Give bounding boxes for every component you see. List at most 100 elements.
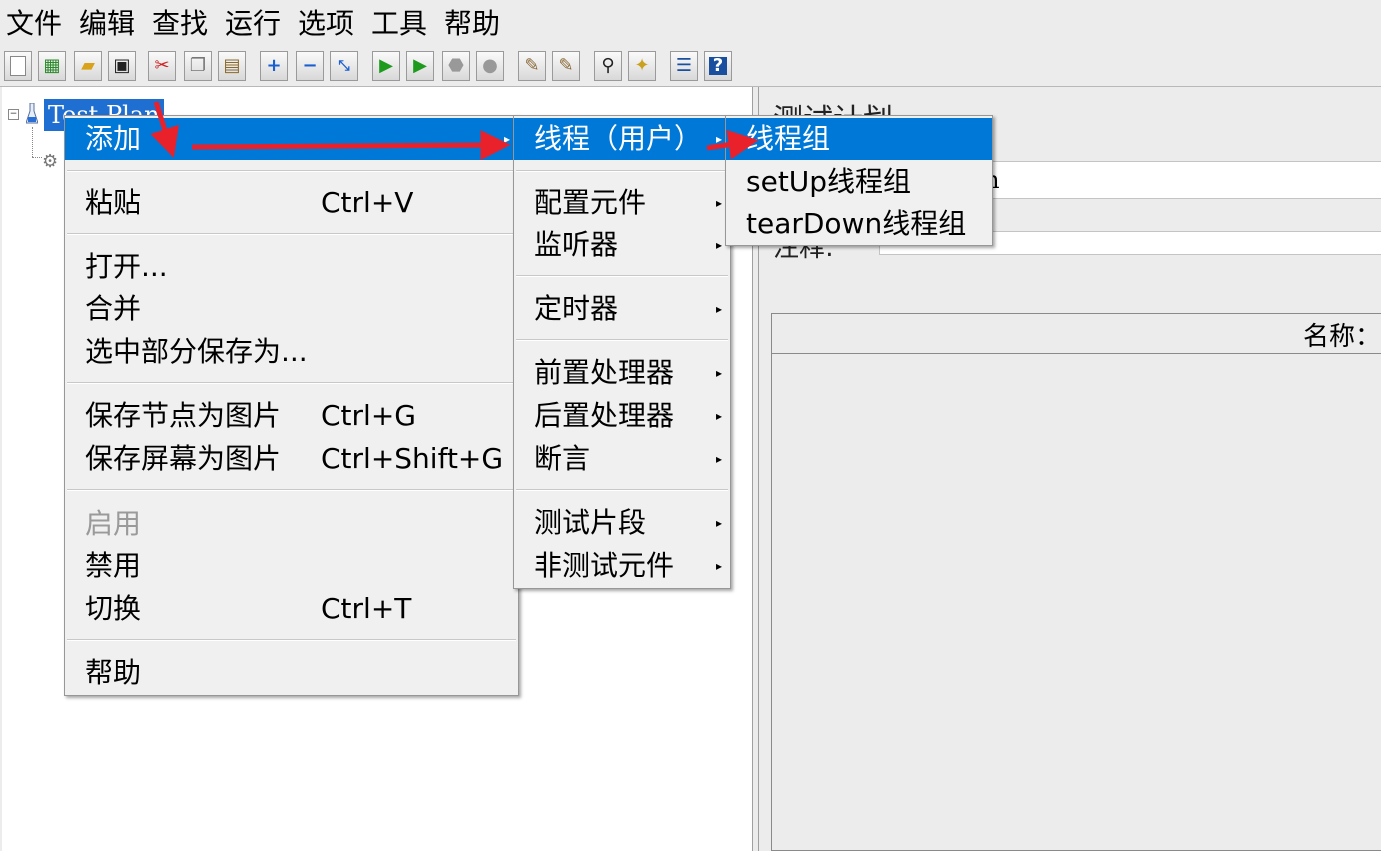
menu-item-save-selection[interactable]: 选中部分保存为... [65, 331, 518, 373]
add-submenu: 线程（用户） ▸ 配置元件 ▸ 监听器 ▸ 定时器 ▸ 前置处理器 ▸ 后置处理… [513, 115, 731, 589]
menu-item-save-screen-image[interactable]: 保存屏幕为图片 Ctrl+Shift+G [65, 438, 518, 480]
menu-item-merge[interactable]: 合并 [65, 288, 518, 330]
copy-icon[interactable]: ❐ [184, 51, 212, 81]
menu-item-teardown-thread-group[interactable]: tearDown线程组 [726, 203, 992, 245]
menu-item-label: 配置元件 [534, 186, 647, 219]
menu-item-label: 切换 [85, 592, 142, 625]
function-helper-icon[interactable]: ☰ [670, 51, 698, 81]
menu-item-thread-group[interactable]: 线程组 [726, 118, 992, 160]
table-header: 名称： [772, 314, 1381, 354]
menu-item-label: 测试片段 [534, 506, 647, 539]
test-plan-icon [26, 103, 38, 124]
menu-shortcut: Ctrl+G [321, 399, 416, 432]
menu-separator [516, 170, 728, 172]
menu-run[interactable]: 运行 [221, 4, 285, 44]
menu-separator [67, 639, 516, 641]
clear-icon[interactable]: ✎ [518, 51, 546, 81]
submenu-arrow-icon: ▸ [715, 559, 722, 573]
collapse-icon[interactable]: − [296, 51, 324, 81]
collapse-node-icon[interactable]: − [8, 109, 19, 120]
templates-icon[interactable]: ▦ [38, 51, 66, 81]
submenu-arrow-icon: ▸ [715, 302, 722, 316]
submenu-arrow-icon: ▸ [715, 196, 722, 210]
expand-icon[interactable]: + [260, 51, 288, 81]
toolbar: ▦ ▰ ▣ ✂ ❐ ▤ + − ⤡ ▶ ▶ ⬣ ● ✎ ✎ ⚲ ✦ ☰ ? [0, 46, 1381, 87]
menu-item-setup-thread-group[interactable]: setUp线程组 [726, 161, 992, 203]
menu-item-timer[interactable]: 定时器 ▸ [514, 288, 730, 330]
menu-item-toggle[interactable]: 切换 Ctrl+T [65, 588, 518, 630]
menu-tools[interactable]: 工具 [367, 4, 431, 44]
shutdown-icon[interactable]: ● [476, 51, 504, 81]
menu-item-pre-processor[interactable]: 前置处理器 ▸ [514, 352, 730, 394]
menu-separator [67, 233, 516, 235]
menu-shortcut: Ctrl+V [321, 186, 414, 219]
menu-item-open[interactable]: 打开... [65, 246, 518, 288]
menu-item-config-element[interactable]: 配置元件 ▸ [514, 182, 730, 224]
tree-connector [32, 157, 42, 158]
new-icon[interactable] [4, 51, 32, 81]
menu-item-label: 前置处理器 [534, 356, 675, 389]
menu-item-label: 线程（用户） [534, 122, 703, 155]
menu-separator [516, 489, 728, 491]
menu-separator [67, 170, 516, 172]
menu-item-paste[interactable]: 粘贴 Ctrl+V [65, 182, 518, 224]
menu-item-label: 保存节点为图片 [85, 399, 282, 432]
menu-edit[interactable]: 编辑 [75, 4, 139, 44]
toggle-icon[interactable]: ⤡ [330, 51, 358, 81]
menu-search[interactable]: 查找 [148, 4, 212, 44]
menu-item-save-node-image[interactable]: 保存节点为图片 Ctrl+G [65, 395, 518, 437]
menu-item-add[interactable]: 添加 ▸ [65, 118, 518, 160]
menu-options[interactable]: 选项 [294, 4, 358, 44]
menu-item-label: 断言 [534, 442, 591, 475]
menu-item-non-test-element[interactable]: 非测试元件 ▸ [514, 545, 730, 587]
start-no-pause-icon[interactable]: ▶ [406, 51, 434, 81]
submenu-arrow-icon: ▸ [715, 366, 722, 380]
submenu-arrow-icon: ▸ [715, 516, 722, 530]
user-variables-table[interactable]: 名称： [771, 313, 1381, 851]
menu-shortcut: Ctrl+Shift+G [321, 442, 504, 475]
column-name[interactable]: 名称： [1303, 316, 1381, 353]
menu-item-label: 监听器 [534, 228, 619, 261]
start-icon[interactable]: ▶ [372, 51, 400, 81]
menu-shortcut: Ctrl+T [321, 592, 412, 625]
menu-bar: 文件 编辑 查找 运行 选项 工具 帮助 [0, 0, 1381, 46]
submenu-arrow-icon: ▸ [715, 132, 722, 146]
submenu-arrow-icon: ▸ [715, 452, 722, 466]
menu-item-test-fragment[interactable]: 测试片段 ▸ [514, 502, 730, 544]
help-icon[interactable]: ? [704, 51, 732, 81]
menu-item-help[interactable]: 帮助 [65, 652, 518, 694]
clear-all-icon[interactable]: ✎ [552, 51, 580, 81]
tree-connector [32, 127, 34, 157]
menu-item-threads[interactable]: 线程（用户） ▸ [514, 118, 730, 160]
open-icon[interactable]: ▰ [74, 51, 102, 81]
menu-separator [67, 489, 516, 491]
menu-item-label: 添加 [85, 122, 142, 155]
menu-help[interactable]: 帮助 [440, 4, 504, 44]
search-icon[interactable]: ⚲ [594, 51, 622, 81]
workbench-gear-icon[interactable]: ⚙ [42, 151, 58, 172]
cut-icon[interactable]: ✂ [148, 51, 176, 81]
menu-separator [516, 339, 728, 341]
menu-separator [67, 382, 516, 384]
menu-item-listener[interactable]: 监听器 ▸ [514, 224, 730, 266]
submenu-arrow-icon: ▸ [715, 238, 722, 252]
menu-item-label: 定时器 [534, 292, 619, 325]
menu-item-disable[interactable]: 禁用 [65, 545, 518, 587]
menu-item-label: 后置处理器 [534, 399, 675, 432]
context-menu: 添加 ▸ 粘贴 Ctrl+V 打开... 合并 选中部分保存为... 保存节点为… [64, 115, 519, 696]
submenu-arrow-icon: ▸ [715, 409, 722, 423]
threads-submenu: 线程组 setUp线程组 tearDown线程组 [725, 115, 993, 246]
stop-icon[interactable]: ⬣ [442, 51, 470, 81]
reset-search-icon[interactable]: ✦ [628, 51, 656, 81]
menu-separator [516, 275, 728, 277]
menu-item-enable: 启用 [85, 507, 142, 540]
submenu-arrow-icon: ▸ [503, 132, 510, 146]
menu-item-label: 非测试元件 [534, 549, 675, 582]
save-icon[interactable]: ▣ [108, 51, 136, 81]
menu-item-post-processor[interactable]: 后置处理器 ▸ [514, 395, 730, 437]
menu-item-assertion[interactable]: 断言 ▸ [514, 438, 730, 480]
paste-icon[interactable]: ▤ [218, 51, 246, 81]
menu-item-label: 粘贴 [85, 186, 142, 219]
menu-item-label: 保存屏幕为图片 [85, 442, 282, 475]
menu-file[interactable]: 文件 [2, 4, 66, 44]
